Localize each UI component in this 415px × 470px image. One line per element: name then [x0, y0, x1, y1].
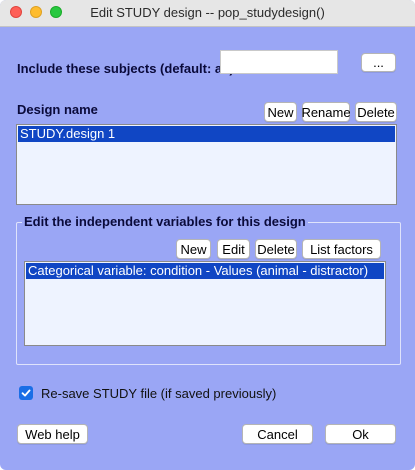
list-factors-button[interactable]: List factors: [302, 239, 381, 259]
design-name-label: Design name: [17, 102, 98, 117]
checkmark-icon: [21, 389, 31, 397]
variables-list[interactable]: Categorical variable: condition - Values…: [24, 261, 386, 346]
variables-group-label: Edit the independent variables for this …: [22, 214, 308, 229]
design-list[interactable]: STUDY.design 1: [16, 124, 397, 205]
dialog-window: Edit STUDY design -- pop_studydesign() I…: [0, 0, 415, 470]
web-help-button[interactable]: Web help: [17, 424, 88, 444]
title-bar: Edit STUDY design -- pop_studydesign(): [0, 0, 415, 27]
ok-button[interactable]: Ok: [325, 424, 396, 444]
variables-list-item[interactable]: Categorical variable: condition - Values…: [26, 263, 384, 279]
window-title: Edit STUDY design -- pop_studydesign(): [90, 5, 325, 20]
cancel-button[interactable]: Cancel: [242, 424, 313, 444]
browse-subjects-button[interactable]: ...: [361, 53, 396, 72]
delete-variable-button[interactable]: Delete: [255, 239, 297, 259]
edit-variable-button[interactable]: Edit: [217, 239, 250, 259]
resave-checkbox[interactable]: [19, 386, 33, 400]
delete-design-button[interactable]: Delete: [355, 102, 397, 122]
resave-label: Re-save STUDY file (if saved previously): [41, 386, 277, 401]
design-list-item[interactable]: STUDY.design 1: [18, 126, 395, 142]
new-design-button[interactable]: New: [264, 102, 297, 122]
subjects-input[interactable]: [220, 50, 338, 74]
rename-design-button[interactable]: Rename: [301, 102, 351, 122]
new-variable-button[interactable]: New: [176, 239, 211, 259]
subjects-label: Include these subjects (default: all): [17, 61, 234, 76]
